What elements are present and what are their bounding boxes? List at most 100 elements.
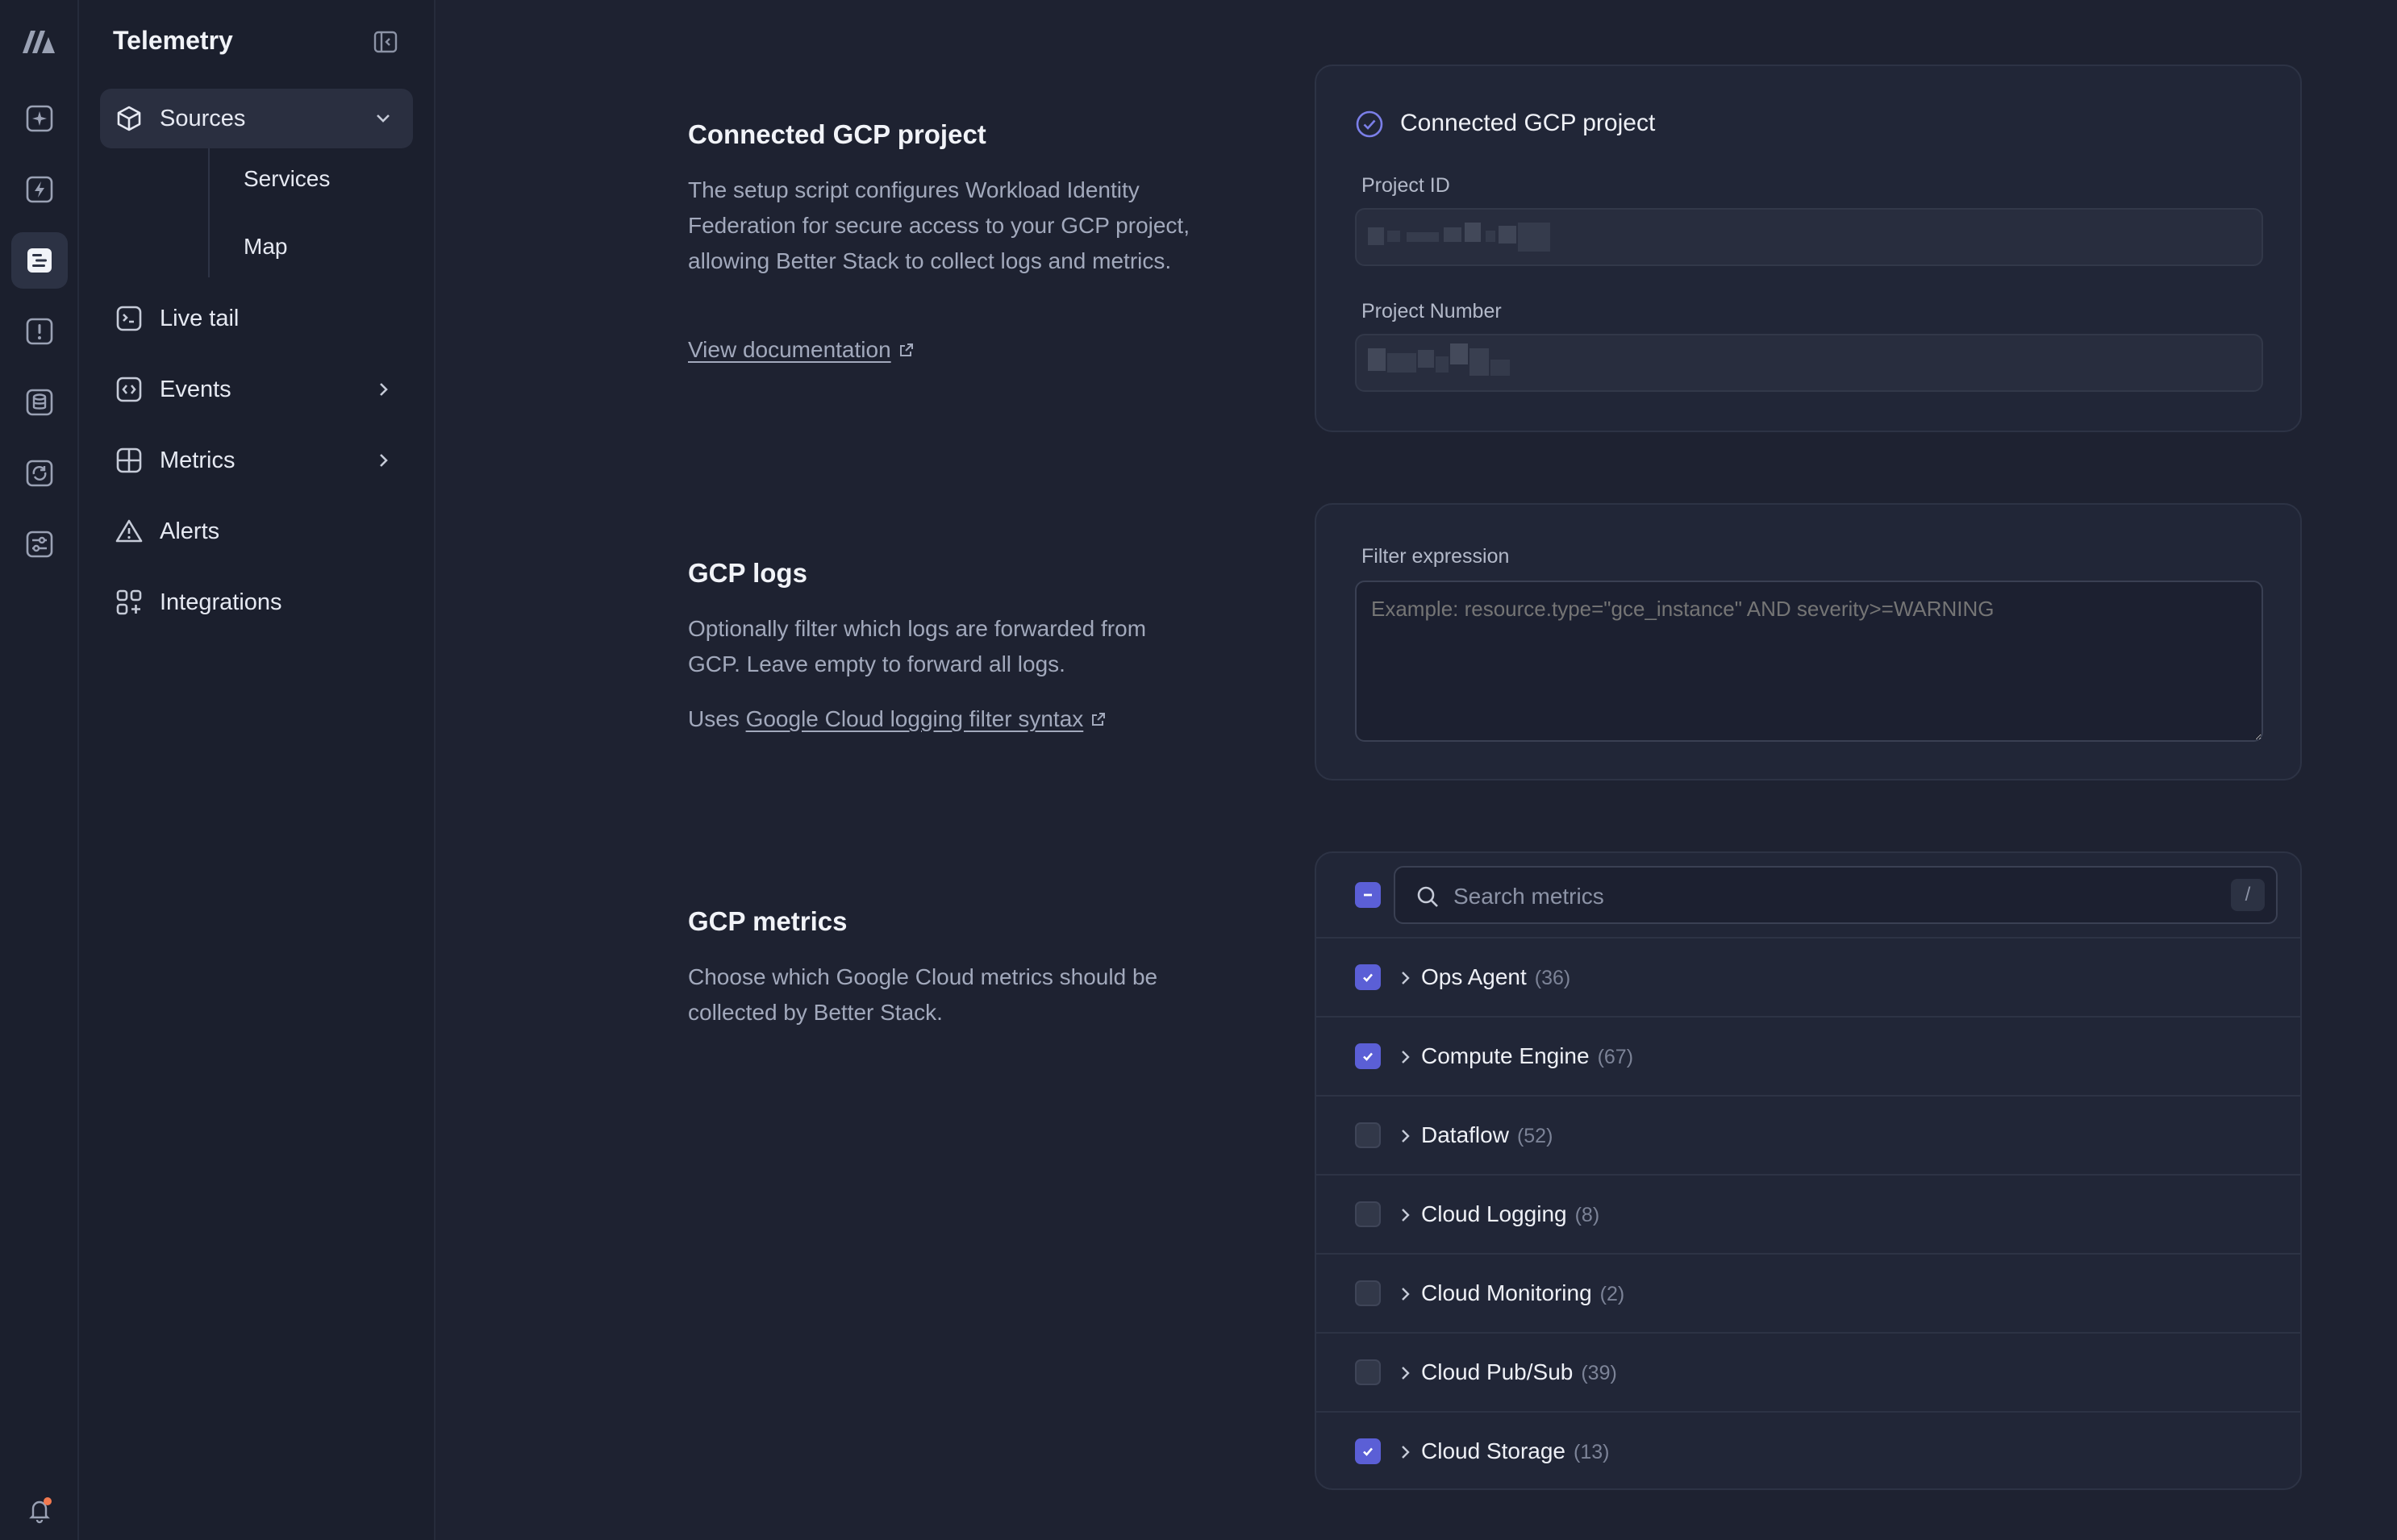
metric-group-row[interactable]: Cloud Pub/Sub (39) xyxy=(1316,1332,2300,1411)
project-id-field[interactable] xyxy=(1355,208,2263,266)
logs-section-title: GCP logs xyxy=(688,558,807,588)
apps-plus-icon xyxy=(115,588,144,617)
select-all-checkbox[interactable] xyxy=(1355,882,1381,908)
sidebar-item-metrics[interactable]: Metrics xyxy=(100,431,413,490)
metric-group-label: Cloud Storage (13) xyxy=(1421,1438,1610,1463)
chevron-right-icon[interactable] xyxy=(1395,1363,1416,1384)
filter-expression-input[interactable] xyxy=(1355,581,2263,742)
sidebar-item-label: Live tail xyxy=(160,305,240,331)
metric-group-label: Cloud Monitoring (2) xyxy=(1421,1280,1625,1305)
metric-group-checkbox[interactable] xyxy=(1355,1359,1381,1385)
sidebar-subitem-map[interactable]: Map xyxy=(244,234,287,260)
rail-refresh-icon[interactable] xyxy=(11,445,68,502)
metric-group-row[interactable]: Ops Agent (36) xyxy=(1316,937,2300,1016)
sidebar-subitem-services[interactable]: Services xyxy=(244,166,330,192)
rail-incident-icon[interactable] xyxy=(11,303,68,360)
sidebar-item-label: Metrics xyxy=(160,447,236,473)
notifications-bell-icon[interactable] xyxy=(11,1490,68,1530)
metric-group-label: Cloud Logging (8) xyxy=(1421,1201,1600,1226)
metrics-card: Search metrics / Ops Agent (36) Compute E… xyxy=(1315,851,2302,1490)
documentation-link-row: View documentation xyxy=(688,332,1204,368)
sidebar-item-live-tail[interactable]: Live tail xyxy=(100,289,413,348)
check-icon xyxy=(1363,1447,1373,1456)
metric-group-checkbox[interactable] xyxy=(1355,964,1381,990)
metric-group-label: Ops Agent (36) xyxy=(1421,964,1571,989)
main-content: Connected GCP project The setup script c… xyxy=(436,0,2397,1540)
collapse-sidebar-icon[interactable] xyxy=(373,29,398,55)
logging-filter-syntax-link[interactable]: Google Cloud logging filter syntax xyxy=(746,706,1084,731)
chevron-right-icon[interactable] xyxy=(1395,1205,1416,1226)
sidebar-item-label: Events xyxy=(160,376,231,402)
metric-group-count: (67) xyxy=(1597,1046,1634,1068)
project-number-label: Project Number xyxy=(1361,300,1502,323)
rail-lightning-icon[interactable] xyxy=(11,161,68,218)
sidebar-item-label: Alerts xyxy=(160,518,220,544)
metric-group-checkbox[interactable] xyxy=(1355,1201,1381,1227)
sidebar-item-label: Integrations xyxy=(160,589,282,615)
minus-icon xyxy=(1364,893,1372,897)
connected-card-title: Connected GCP project xyxy=(1400,110,1656,136)
metric-group-row[interactable]: Cloud Logging (8) xyxy=(1316,1174,2300,1253)
view-documentation-link[interactable]: View documentation xyxy=(688,337,891,362)
better-stack-logo-icon[interactable] xyxy=(19,24,60,56)
sidebar-item-sources[interactable]: Sources xyxy=(100,89,413,148)
sidebar-title: Telemetry xyxy=(113,26,233,55)
metric-group-count: (2) xyxy=(1599,1283,1625,1305)
chevron-right-icon[interactable] xyxy=(1395,968,1416,989)
chevron-right-icon[interactable] xyxy=(1395,1442,1416,1463)
metric-group-row[interactable]: Dataflow (52) xyxy=(1316,1095,2300,1174)
metric-group-count: (13) xyxy=(1574,1441,1610,1463)
connected-section-title: Connected GCP project xyxy=(688,119,986,149)
filter-expression-label: Filter expression xyxy=(1361,545,1510,568)
chevron-right-icon[interactable] xyxy=(1395,1126,1416,1147)
metric-group-count: (8) xyxy=(1574,1204,1600,1226)
sidebar: Telemetry Sources Services Map Live tail xyxy=(79,0,436,1540)
rail-telemetry-icon[interactable] xyxy=(11,232,68,289)
icon-rail xyxy=(0,0,79,1540)
check-icon xyxy=(1363,973,1373,982)
metric-group-label: Cloud Pub/Sub (39) xyxy=(1421,1359,1617,1384)
syntax-link-row: Uses Google Cloud logging filter syntax xyxy=(688,701,1204,737)
sidebar-item-integrations[interactable]: Integrations xyxy=(100,572,413,632)
metric-group-row[interactable]: Cloud Storage (13) xyxy=(1316,1411,2300,1490)
logs-section-description: Optionally filter which logs are forward… xyxy=(688,616,1147,676)
uses-prefix: Uses xyxy=(688,706,740,731)
metric-group-checkbox[interactable] xyxy=(1355,1438,1381,1464)
metric-group-row[interactable]: Cloud Monitoring (2) xyxy=(1316,1253,2300,1332)
connected-project-card: Connected GCP project Project ID Project… xyxy=(1315,65,2302,432)
metric-group-count: (39) xyxy=(1581,1362,1617,1384)
rail-database-icon[interactable] xyxy=(11,374,68,431)
metrics-section-title: GCP metrics xyxy=(688,906,848,936)
project-number-field[interactable] xyxy=(1355,334,2263,392)
metric-group-checkbox[interactable] xyxy=(1355,1122,1381,1148)
warning-triangle-icon xyxy=(115,517,144,546)
connected-section-description: The setup script configures Workload Ide… xyxy=(688,177,1190,273)
metric-group-label: Compute Engine (67) xyxy=(1421,1043,1634,1068)
log-filter-card: Filter expression xyxy=(1315,503,2302,780)
metrics-section-description: Choose which Google Cloud metrics should… xyxy=(688,964,1158,1025)
sidebar-item-label: Sources xyxy=(160,105,246,131)
code-brackets-icon xyxy=(115,375,144,404)
chevron-right-icon xyxy=(380,383,388,396)
search-metrics-placeholder: Search metrics xyxy=(1453,884,1604,909)
metric-group-checkbox[interactable] xyxy=(1355,1280,1381,1306)
rail-settings-sliders-icon[interactable] xyxy=(11,516,68,572)
metric-group-row[interactable]: Compute Engine (67) xyxy=(1316,1016,2300,1095)
chevron-right-icon[interactable] xyxy=(1395,1047,1416,1068)
external-link-icon xyxy=(1092,713,1106,726)
chevron-right-icon xyxy=(380,454,388,467)
rail-sparkle-icon[interactable] xyxy=(11,90,68,147)
external-link-icon xyxy=(899,343,913,356)
sidebar-item-alerts[interactable]: Alerts xyxy=(100,502,413,561)
search-shortcut-key: / xyxy=(2231,879,2265,911)
sidebar-item-events[interactable]: Events xyxy=(100,360,413,419)
metric-group-checkbox[interactable] xyxy=(1355,1043,1381,1069)
search-metrics-field[interactable]: Search metrics / xyxy=(1394,866,2278,924)
metric-group-count: (52) xyxy=(1516,1125,1553,1147)
project-id-label: Project ID xyxy=(1361,174,1450,197)
chevron-down-icon xyxy=(377,114,390,123)
search-icon xyxy=(1417,886,1438,907)
terminal-icon xyxy=(115,304,144,333)
cube-icon xyxy=(115,104,144,133)
chevron-right-icon[interactable] xyxy=(1395,1284,1416,1305)
